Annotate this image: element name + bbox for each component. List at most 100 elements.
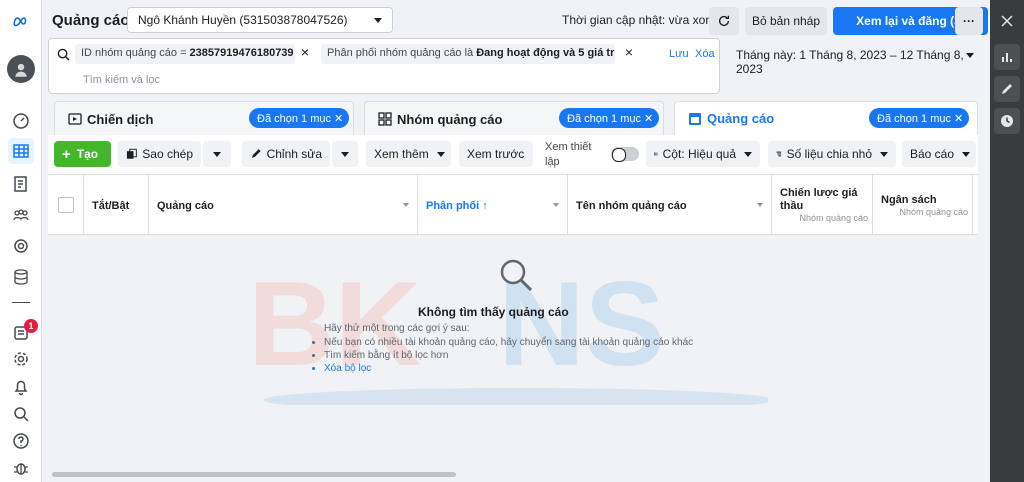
remove-filter-icon[interactable]: × (298, 45, 312, 60)
column-toggle[interactable]: Tắt/Bật (84, 175, 149, 234)
selected-pill-label: Đã chọn 1 mục (257, 113, 331, 125)
pages-icon[interactable] (8, 171, 34, 197)
filter-chip-delivery[interactable]: Phân phối nhóm quảng cáo là Đang hoạt độ… (321, 44, 615, 64)
selected-pill[interactable]: Đã chọn 1 mục ✕ (869, 108, 970, 128)
catalog-icon[interactable] (8, 233, 34, 259)
view-more-button[interactable]: Xem thêm (366, 141, 451, 167)
breakdown-dropdown[interactable]: Số liệu chia nhỏ (768, 141, 896, 167)
sort-caret-icon (757, 203, 763, 207)
bell-icon[interactable] (8, 374, 34, 400)
view-more-label: Xem thêm (374, 147, 429, 161)
column-label: Tên nhóm quảng cáo (576, 200, 687, 212)
avatar[interactable] (7, 55, 35, 83)
column-label: Tắt/Bật (92, 200, 130, 212)
column-sublabel: Nhóm quảng cáo (899, 207, 968, 217)
save-filter-link[interactable]: Lưu (669, 48, 689, 60)
ad-window-icon (689, 113, 701, 125)
refresh-icon (718, 15, 730, 26)
account-selector[interactable]: Ngô Khánh Huyền (531503878047526) (127, 7, 393, 33)
date-range-picker[interactable]: Tháng này: 1 Tháng 8, 2023 – 12 Tháng 8,… (726, 42, 984, 76)
chevron-down-icon (213, 151, 221, 157)
filter-chip-value: 23857919476180739 (189, 47, 294, 59)
edit-label: Chỉnh sửa (266, 147, 322, 161)
dashboard-gauge-icon[interactable] (8, 108, 34, 134)
selected-pill[interactable]: Đã chọn 1 mục ✕ (249, 108, 350, 128)
grid-icon (378, 112, 392, 126)
tab-adsets[interactable]: Nhóm quảng cáo Đã chọn 1 mục ✕ (364, 101, 664, 135)
filter-chip-label: ID nhóm quảng cáo = (81, 47, 190, 59)
history-panel-button[interactable] (994, 108, 1020, 134)
reports-label: Báo cáo (910, 147, 955, 161)
column-bid-strategy[interactable]: Chiến lược giá thầu Nhóm quảng cáo (772, 175, 873, 234)
edit-dropdown[interactable] (332, 141, 358, 167)
search-icon (57, 48, 70, 61)
column-label: Phân phối ↑ (426, 200, 488, 212)
columns-label: Cột: Hiệu quả (662, 147, 736, 161)
edit-panel-button[interactable] (994, 76, 1020, 102)
billing-stack-icon[interactable] (8, 264, 34, 290)
create-button[interactable]: + Tạo (54, 141, 111, 167)
bug-report-icon[interactable] (8, 455, 34, 481)
reports-dropdown[interactable]: Báo cáo (902, 141, 976, 167)
close-icon[interactable]: ✕ (644, 113, 653, 125)
empty-state-hint: Hãy thử một trong các gợi ý sau: (324, 323, 470, 334)
horizontal-scrollbar[interactable] (48, 471, 978, 479)
refresh-button[interactable] (709, 7, 739, 35)
filter-chip-label: Phân phối nhóm quảng cáo là (327, 47, 477, 59)
sort-caret-icon (553, 203, 559, 207)
help-icon[interactable] (8, 428, 34, 454)
audiences-icon[interactable] (8, 202, 34, 228)
discard-drafts-button[interactable]: Bỏ bản nháp (745, 7, 827, 35)
close-icon[interactable]: ✕ (954, 113, 963, 125)
tab-ads[interactable]: Quảng cáo Đã chọn 1 mục ✕ (674, 101, 978, 135)
charts-panel-button[interactable] (994, 44, 1020, 70)
column-next[interactable]: C (973, 175, 978, 234)
select-all-checkbox[interactable] (58, 197, 74, 213)
clear-filters-link[interactable]: Xóa bộ lọc (324, 363, 693, 376)
gear-icon[interactable] (8, 346, 34, 372)
tab-campaigns[interactable]: Chiến dịch Đã chọn 1 mục ✕ (54, 101, 354, 135)
column-label: Ngân sách (881, 194, 937, 206)
table-body: BK NS Không tìm thấy quảng cáo Hãy thử m… (48, 235, 978, 471)
create-label: Tạo (76, 147, 99, 161)
breakdown-icon (776, 151, 782, 157)
scrollbar-thumb[interactable] (52, 472, 456, 477)
column-sublabel: Nhóm quảng cáo (799, 213, 868, 223)
setup-view-toggle[interactable] (611, 147, 639, 162)
column-adset-name[interactable]: Tên nhóm quảng cáo (568, 175, 772, 234)
empty-state-title: Không tìm thấy quảng cáo (418, 305, 569, 319)
remove-filter-icon[interactable]: × (622, 45, 636, 60)
ads-manager-table-icon[interactable] (8, 138, 34, 164)
list-item: Nếu bạn có nhiều tài khoản quảng cáo, hã… (324, 337, 693, 350)
left-navigation: 1 (0, 0, 42, 482)
filter-chip-value: Đang hoạt động và 5 giá trị ... (476, 47, 615, 59)
clear-filter-link[interactable]: Xóa (695, 48, 715, 60)
folder-icon (68, 113, 82, 125)
column-ad[interactable]: Quảng cáo (149, 175, 418, 234)
columns-dropdown[interactable]: Cột: Hiệu quả (646, 141, 760, 167)
clock-icon (1001, 115, 1013, 127)
column-delivery[interactable]: Phân phối ↑ (418, 175, 568, 234)
filter-chip-adset-id[interactable]: ID nhóm quảng cáo = 23857919476180739 (75, 44, 295, 64)
more-options-button[interactable]: ··· (955, 7, 983, 35)
magnifier-icon (500, 259, 533, 292)
chevron-down-icon (880, 151, 888, 157)
table-header: Tắt/Bật Quảng cáo Phân phối ↑ Tên nhóm q… (48, 175, 978, 235)
edit-button[interactable]: Chỉnh sửa (242, 141, 330, 167)
column-budget[interactable]: Ngân sách Nhóm quảng cáo (873, 175, 973, 234)
close-icon[interactable]: ✕ (334, 113, 343, 125)
copy-icon (126, 148, 137, 159)
meta-logo-icon[interactable] (8, 8, 34, 34)
search-icon[interactable] (8, 401, 34, 427)
chevron-down-icon (374, 18, 382, 23)
close-panel-button[interactable] (994, 8, 1020, 34)
search-and-filter-box[interactable]: ID nhóm quảng cáo = 23857919476180739 × … (48, 38, 720, 94)
search-input[interactable]: Tìm kiếm và lọc (83, 74, 160, 86)
selected-pill[interactable]: Đã chọn 1 mục ✕ (559, 108, 660, 128)
duplicate-button[interactable]: Sao chép (118, 141, 201, 167)
last-updated-text: Thời gian cập nhật: vừa xong (562, 13, 719, 27)
preview-button[interactable]: Xem trước (459, 141, 533, 167)
chevron-down-icon (436, 151, 445, 157)
duplicate-dropdown[interactable] (203, 141, 231, 167)
tab-label: Chiến dịch (87, 112, 154, 127)
